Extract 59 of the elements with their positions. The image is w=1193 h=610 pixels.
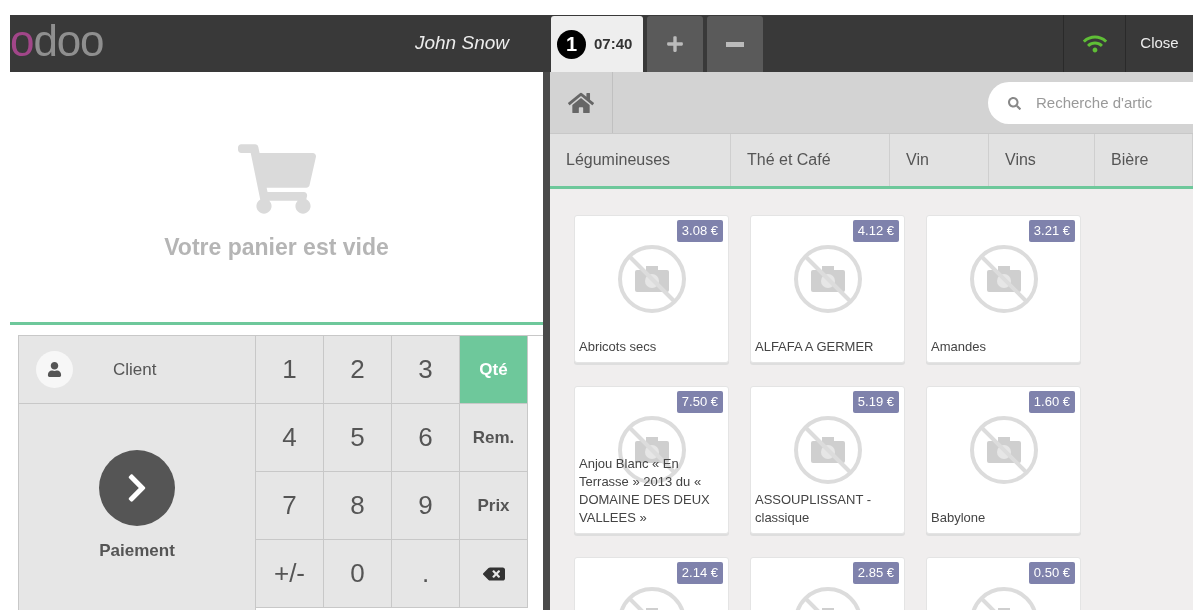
numpad-key[interactable]: 1 xyxy=(256,336,324,404)
order-time: 07:40 xyxy=(594,33,633,54)
numpad-key[interactable]: +/- xyxy=(256,540,324,608)
product-name: Abricots secs xyxy=(579,338,658,356)
cashier-name: John Snow xyxy=(415,31,509,56)
numpad-key[interactable]: 7 xyxy=(256,472,324,540)
numpad-key[interactable]: 2 xyxy=(324,336,392,404)
numpad-key[interactable]: 9 xyxy=(392,472,460,540)
product-card[interactable]: 4.12 € ALFAFA A GERMER xyxy=(750,215,905,363)
product-card[interactable]: 5.19 € ASSOUPLISSANT - classique xyxy=(750,386,905,534)
client-button[interactable]: Client xyxy=(19,336,256,404)
product-name: Anjou Blanc « En Terrasse » 2013 du « DOMAINE DES DEUX VALLEES » xyxy=(579,455,711,527)
price-tag: 2.14 € xyxy=(676,562,723,584)
product-card[interactable]: 7.50 € Anjou Blanc « En Terrasse » 2013 du « DOMAINE DES DEUX VALLEES » xyxy=(574,386,729,534)
product-name: ALFAFA A GERMER xyxy=(755,338,875,356)
price-tag: 2.85 € xyxy=(852,562,899,584)
numpad-key[interactable]: 8 xyxy=(324,472,392,540)
product-name: Amandes xyxy=(931,338,987,356)
backspace-button[interactable] xyxy=(460,540,528,608)
mode-button[interactable]: Prix xyxy=(460,472,528,540)
price-tag: 7.50 € xyxy=(676,391,723,413)
price-tag: 3.21 € xyxy=(1028,220,1075,242)
order-tab[interactable]: 1 07:40 xyxy=(551,16,643,72)
price-tag: 5.19 € xyxy=(852,391,899,413)
numpad-key[interactable]: 5 xyxy=(324,404,392,472)
numpad-key[interactable]: 6 xyxy=(392,404,460,472)
product-name: Babylone xyxy=(931,509,987,527)
empty-cart-message: Votre panier est vide xyxy=(164,232,389,262)
price-tag: 1.60 € xyxy=(1028,391,1075,413)
mode-button[interactable]: Rem. xyxy=(460,404,528,472)
no-photo-icon xyxy=(792,243,864,315)
no-photo-icon xyxy=(616,243,688,315)
search-icon xyxy=(1008,96,1021,110)
product-card[interactable]: 3.21 € Amandes xyxy=(926,215,1081,363)
numpad-key[interactable]: . xyxy=(392,540,460,608)
logo: odoo xyxy=(10,18,104,63)
product-card[interactable]: 3.08 € Abricots secs xyxy=(574,215,729,363)
numpad-key[interactable]: 3 xyxy=(392,336,460,404)
numpad-key[interactable]: 4 xyxy=(256,404,324,472)
product-card[interactable]: 2.85 € xyxy=(750,557,905,610)
payment-button[interactable]: Paiement xyxy=(19,404,256,610)
order-number: 1 xyxy=(557,29,586,59)
no-photo-icon xyxy=(792,414,864,486)
numpad-key[interactable]: 0 xyxy=(324,540,392,608)
price-tag: 4.12 € xyxy=(852,220,899,242)
product-card[interactable]: 2.14 € xyxy=(574,557,729,610)
plus-icon xyxy=(666,35,684,53)
minus-icon xyxy=(726,41,744,47)
new-order-button[interactable] xyxy=(647,16,703,72)
product-name: ASSOUPLISSANT - classique xyxy=(755,491,873,527)
price-tag: 0.50 € xyxy=(1028,562,1075,584)
no-photo-icon xyxy=(968,414,1040,486)
price-tag: 3.08 € xyxy=(676,220,723,242)
user-icon xyxy=(36,351,73,388)
product-card[interactable]: 0.50 € xyxy=(926,557,1081,610)
delete-order-button[interactable] xyxy=(707,16,763,72)
product-card[interactable]: 1.60 € Babylone xyxy=(926,386,1081,534)
no-photo-icon xyxy=(968,243,1040,315)
search-field[interactable]: Recherche d'artic xyxy=(988,81,1193,124)
